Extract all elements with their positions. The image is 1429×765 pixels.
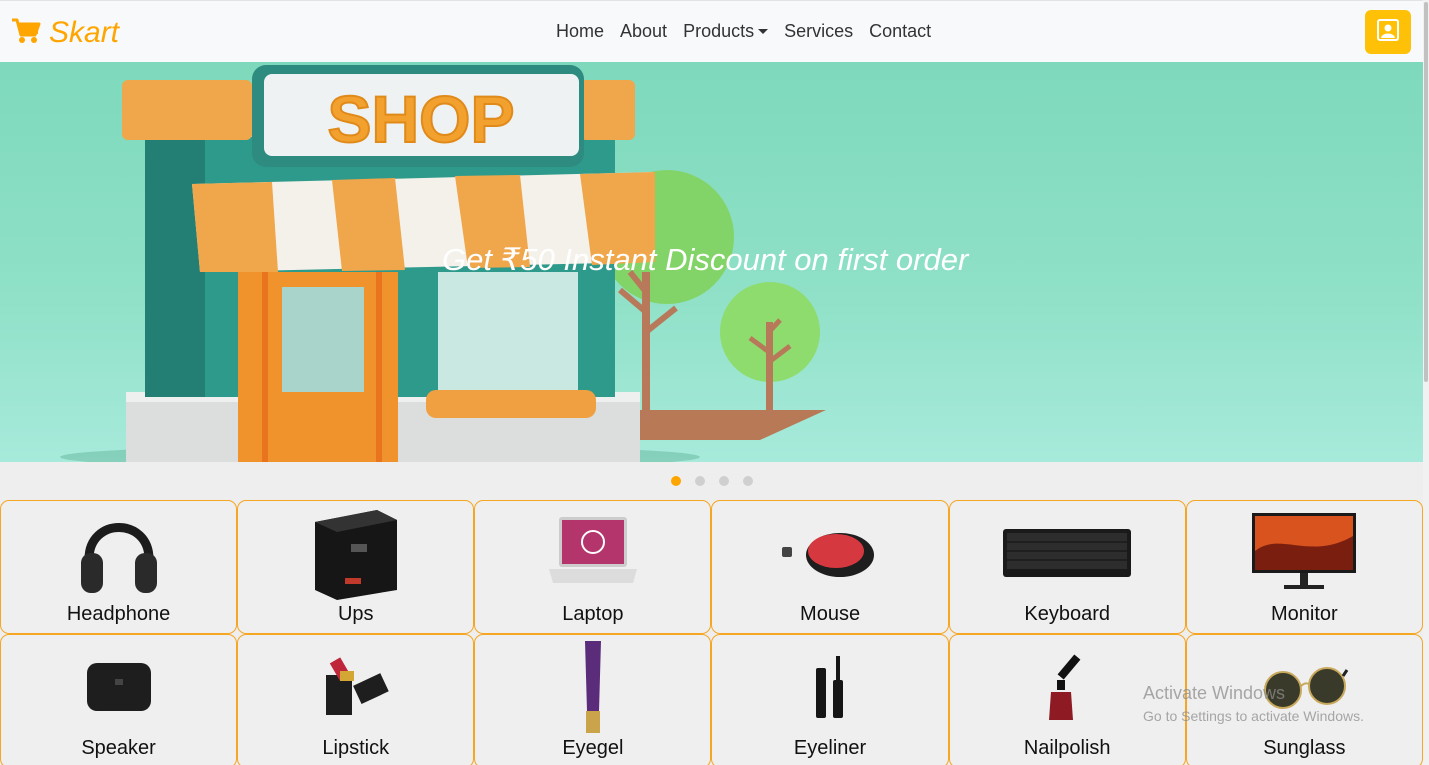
product-label: Mouse [800, 603, 861, 625]
nav-link-services[interactable]: Services [776, 21, 861, 42]
product-label: Lipstick [322, 737, 390, 759]
carousel-dot-1[interactable] [671, 476, 681, 486]
caret-down-icon [758, 29, 769, 34]
product-grid: Headphone Ups Laptop Mouse Keyboard Moni… [0, 500, 1423, 765]
ups-icon [238, 505, 473, 601]
product-label: Headphone [66, 603, 171, 625]
product-label: Keyboard [1024, 603, 1111, 625]
product-card-lipstick[interactable]: Lipstick [237, 634, 475, 765]
page-scrollbar[interactable] [1423, 0, 1429, 765]
nav-link-contact[interactable]: Contact [861, 21, 939, 42]
product-card-nailpolish[interactable]: Nailpolish [948, 634, 1186, 765]
nav-dropdown-products[interactable]: Products [675, 21, 776, 42]
monitor-icon [1187, 505, 1422, 601]
product-card-ups[interactable]: Ups [237, 500, 475, 634]
nav-menu: Home About Products Services Contact [548, 21, 939, 42]
product-card-mouse[interactable]: Mouse [711, 500, 949, 634]
headphone-icon [1, 505, 236, 601]
product-label: Speaker [81, 737, 156, 759]
user-icon [1377, 18, 1399, 46]
product-card-speaker[interactable]: Speaker [0, 634, 238, 765]
carousel-dot-3[interactable] [719, 476, 729, 486]
keyboard-icon [950, 505, 1185, 601]
speaker-icon [1, 639, 236, 735]
product-label: Ups [337, 603, 374, 625]
mouse-icon [712, 505, 947, 601]
brand-name: Skart [49, 15, 120, 49]
product-label: Nailpolish [1023, 737, 1111, 759]
shop-sign: SHOP [327, 82, 514, 156]
cart-icon [11, 15, 41, 50]
sunglass-icon [1187, 639, 1422, 735]
carousel-dot-2[interactable] [695, 476, 705, 486]
product-label: Monitor [1271, 603, 1338, 625]
product-label: Laptop [562, 603, 624, 625]
lipstick-icon [238, 639, 473, 735]
carousel-dot-4[interactable] [743, 476, 753, 486]
product-card-laptop[interactable]: Laptop [474, 500, 712, 634]
account-button[interactable] [1365, 10, 1411, 54]
navbar: Skart Home About Products Services Conta… [0, 0, 1423, 62]
product-label: Eyeliner [793, 737, 867, 759]
product-card-sunglass[interactable]: Sunglass [1185, 634, 1423, 765]
product-card-headphone[interactable]: Headphone [0, 500, 238, 634]
hero-caption: Get ₹50 Instant Discount on first order [442, 242, 969, 277]
laptop-icon [475, 505, 710, 601]
product-card-monitor[interactable]: Monitor [1185, 500, 1423, 634]
carousel-indicators [671, 476, 753, 486]
scrollbar-thumb[interactable] [1424, 2, 1428, 382]
eyegel-icon [475, 639, 710, 735]
nailpolish-icon [950, 639, 1185, 735]
product-card-eyeliner[interactable]: Eyeliner [711, 634, 949, 765]
nav-link-about[interactable]: About [612, 21, 675, 42]
eyeliner-icon [712, 639, 947, 735]
brand-logo[interactable]: Skart [11, 15, 119, 50]
nav-link-home[interactable]: Home [548, 21, 612, 42]
nav-dropdown-label: Products [683, 21, 755, 41]
product-card-keyboard[interactable]: Keyboard [948, 500, 1186, 634]
product-label: Sunglass [1263, 737, 1346, 759]
product-label: Eyegel [562, 737, 624, 759]
product-card-eyegel[interactable]: Eyegel [474, 634, 712, 765]
hero-carousel[interactable]: SHOP Get ₹50 Instant Discount on first o… [0, 62, 1423, 462]
